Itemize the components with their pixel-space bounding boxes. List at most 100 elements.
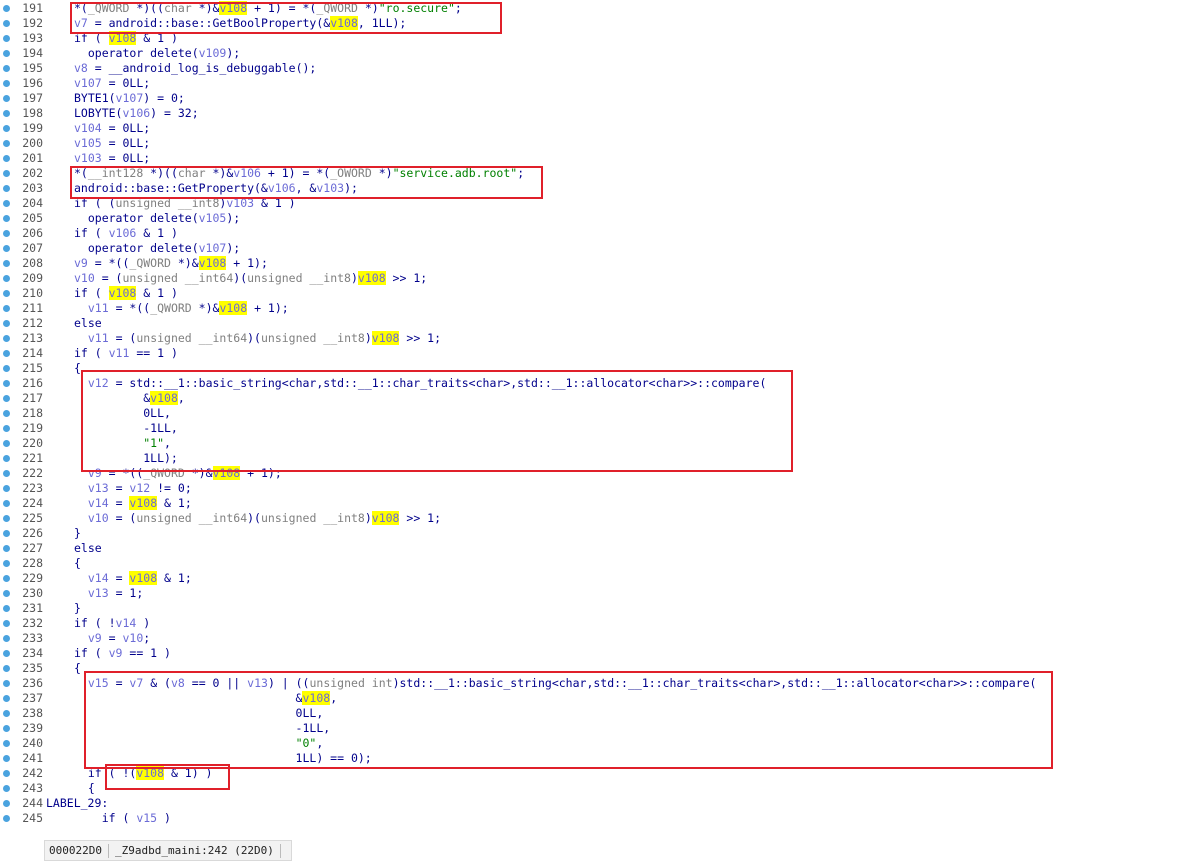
- code-line[interactable]: 192 v7 = android::base::GetBoolProperty(&…: [0, 16, 1190, 31]
- breakpoint-dot-icon[interactable]: [3, 439, 10, 447]
- code-line[interactable]: 205 operator delete(v105);: [0, 211, 1190, 226]
- breakpoint-dot-icon[interactable]: [3, 244, 10, 252]
- code-line[interactable]: 219 -1LL,: [0, 421, 1190, 436]
- code-line[interactable]: 195 v8 = __android_log_is_debuggable();: [0, 61, 1190, 76]
- breakpoint-dot-icon[interactable]: [3, 469, 10, 477]
- code-line[interactable]: 245 if ( v15 ): [0, 811, 1190, 826]
- code-line[interactable]: 242 if ( !(v108 & 1) ): [0, 766, 1190, 781]
- pseudocode-view[interactable]: 191 *(_QWORD *)((char *)&v108 + 1) = *(_Q…: [0, 1, 1190, 829]
- breakpoint-dot-icon[interactable]: [3, 109, 10, 117]
- breakpoint-dot-icon[interactable]: [3, 709, 10, 717]
- code-line[interactable]: 203 android::base::GetProperty(&v106, &v1…: [0, 181, 1190, 196]
- breakpoint-dot-icon[interactable]: [3, 649, 10, 657]
- breakpoint-dot-icon[interactable]: [3, 814, 10, 822]
- breakpoint-dot-icon[interactable]: [3, 334, 10, 342]
- breakpoint-dot-icon[interactable]: [3, 754, 10, 762]
- code-line[interactable]: 194 operator delete(v109);: [0, 46, 1190, 61]
- breakpoint-dot-icon[interactable]: [3, 289, 10, 297]
- code-line[interactable]: 239 -1LL,: [0, 721, 1190, 736]
- breakpoint-dot-icon[interactable]: [3, 484, 10, 492]
- code-line[interactable]: 230 v13 = 1;: [0, 586, 1190, 601]
- breakpoint-dot-icon[interactable]: [3, 259, 10, 267]
- breakpoint-dot-icon[interactable]: [3, 94, 10, 102]
- code-line[interactable]: 207 operator delete(v107);: [0, 241, 1190, 256]
- code-line[interactable]: 233 v9 = v10;: [0, 631, 1190, 646]
- code-line[interactable]: 196 v107 = 0LL;: [0, 76, 1190, 91]
- code-line[interactable]: 236 v15 = v7 & (v8 == 0 || v13) | ((unsi…: [0, 676, 1190, 691]
- code-line[interactable]: 237 &v108,: [0, 691, 1190, 706]
- breakpoint-dot-icon[interactable]: [3, 169, 10, 177]
- breakpoint-dot-icon[interactable]: [3, 589, 10, 597]
- breakpoint-dot-icon[interactable]: [3, 634, 10, 642]
- breakpoint-dot-icon[interactable]: [3, 184, 10, 192]
- breakpoint-dot-icon[interactable]: [3, 604, 10, 612]
- code-line[interactable]: 243 {: [0, 781, 1190, 796]
- breakpoint-dot-icon[interactable]: [3, 229, 10, 237]
- code-line[interactable]: 244 LABEL_29:: [0, 796, 1190, 811]
- breakpoint-dot-icon[interactable]: [3, 499, 10, 507]
- breakpoint-dot-icon[interactable]: [3, 19, 10, 27]
- code-line[interactable]: 204 if ( (unsigned __int8)v103 & 1 ): [0, 196, 1190, 211]
- code-line[interactable]: 228 {: [0, 556, 1190, 571]
- breakpoint-dot-icon[interactable]: [3, 79, 10, 87]
- breakpoint-dot-icon[interactable]: [3, 559, 10, 567]
- breakpoint-dot-icon[interactable]: [3, 574, 10, 582]
- breakpoint-dot-icon[interactable]: [3, 319, 10, 327]
- breakpoint-dot-icon[interactable]: [3, 364, 10, 372]
- breakpoint-dot-icon[interactable]: [3, 49, 10, 57]
- code-line[interactable]: 235 {: [0, 661, 1190, 676]
- code-line[interactable]: 200 v105 = 0LL;: [0, 136, 1190, 151]
- code-line[interactable]: 231}: [0, 601, 1190, 616]
- code-line[interactable]: 209 v10 = (unsigned __int64)(unsigned __i…: [0, 271, 1190, 286]
- code-line[interactable]: 199 v104 = 0LL;: [0, 121, 1190, 136]
- code-line[interactable]: 227 else: [0, 541, 1190, 556]
- breakpoint-dot-icon[interactable]: [3, 784, 10, 792]
- code-line[interactable]: 216 v12 = std::__1::basic_string<char,st…: [0, 376, 1190, 391]
- code-line[interactable]: 197 BYTE1(v107) = 0;: [0, 91, 1190, 106]
- code-line[interactable]: 213 v11 = (unsigned __int64)(unsigned __…: [0, 331, 1190, 346]
- code-line[interactable]: 241 1LL) == 0);: [0, 751, 1190, 766]
- breakpoint-dot-icon[interactable]: [3, 34, 10, 42]
- code-line[interactable]: 224 v14 = v108 & 1;: [0, 496, 1190, 511]
- code-line[interactable]: 218 0LL,: [0, 406, 1190, 421]
- code-line[interactable]: 206 if ( v106 & 1 ): [0, 226, 1190, 241]
- code-line[interactable]: 211 v11 = *((_QWORD *)&v108 + 1);: [0, 301, 1190, 316]
- breakpoint-dot-icon[interactable]: [3, 304, 10, 312]
- code-line[interactable]: 215 {: [0, 361, 1190, 376]
- code-line[interactable]: 225 v10 = (unsigned __int64)(unsigned __…: [0, 511, 1190, 526]
- code-line[interactable]: 222 v9 = *((_QWORD *)&v108 + 1);: [0, 466, 1190, 481]
- breakpoint-dot-icon[interactable]: [3, 514, 10, 522]
- breakpoint-dot-icon[interactable]: [3, 529, 10, 537]
- code-line[interactable]: 226}: [0, 526, 1190, 541]
- code-line[interactable]: 208 v9 = *((_QWORD *)&v108 + 1);: [0, 256, 1190, 271]
- breakpoint-dot-icon[interactable]: [3, 454, 10, 462]
- code-line[interactable]: 223 v13 = v12 != 0;: [0, 481, 1190, 496]
- breakpoint-dot-icon[interactable]: [3, 64, 10, 72]
- breakpoint-dot-icon[interactable]: [3, 724, 10, 732]
- breakpoint-dot-icon[interactable]: [3, 394, 10, 402]
- breakpoint-dot-icon[interactable]: [3, 799, 10, 807]
- breakpoint-dot-icon[interactable]: [3, 199, 10, 207]
- code-line[interactable]: 217 &v108,: [0, 391, 1190, 406]
- breakpoint-dot-icon[interactable]: [3, 124, 10, 132]
- code-line[interactable]: 214 if ( v11 == 1 ): [0, 346, 1190, 361]
- breakpoint-dot-icon[interactable]: [3, 154, 10, 162]
- code-line[interactable]: 212 else: [0, 316, 1190, 331]
- breakpoint-dot-icon[interactable]: [3, 424, 10, 432]
- code-line[interactable]: 202 *(__int128 *)((char *)&v106 + 1) = *(…: [0, 166, 1190, 181]
- code-line[interactable]: 201 v103 = 0LL;: [0, 151, 1190, 166]
- breakpoint-dot-icon[interactable]: [3, 619, 10, 627]
- breakpoint-dot-icon[interactable]: [3, 4, 10, 12]
- code-line[interactable]: 234 if ( v9 == 1 ): [0, 646, 1190, 661]
- code-line[interactable]: 193 if ( v108 & 1 ): [0, 31, 1190, 46]
- breakpoint-dot-icon[interactable]: [3, 544, 10, 552]
- code-line[interactable]: 229 v14 = v108 & 1;: [0, 571, 1190, 586]
- breakpoint-dot-icon[interactable]: [3, 274, 10, 282]
- breakpoint-dot-icon[interactable]: [3, 214, 10, 222]
- breakpoint-dot-icon[interactable]: [3, 739, 10, 747]
- breakpoint-dot-icon[interactable]: [3, 664, 10, 672]
- breakpoint-dot-icon[interactable]: [3, 349, 10, 357]
- breakpoint-dot-icon[interactable]: [3, 139, 10, 147]
- code-line[interactable]: 191 *(_QWORD *)((char *)&v108 + 1) = *(_Q…: [0, 1, 1190, 16]
- breakpoint-dot-icon[interactable]: [3, 694, 10, 702]
